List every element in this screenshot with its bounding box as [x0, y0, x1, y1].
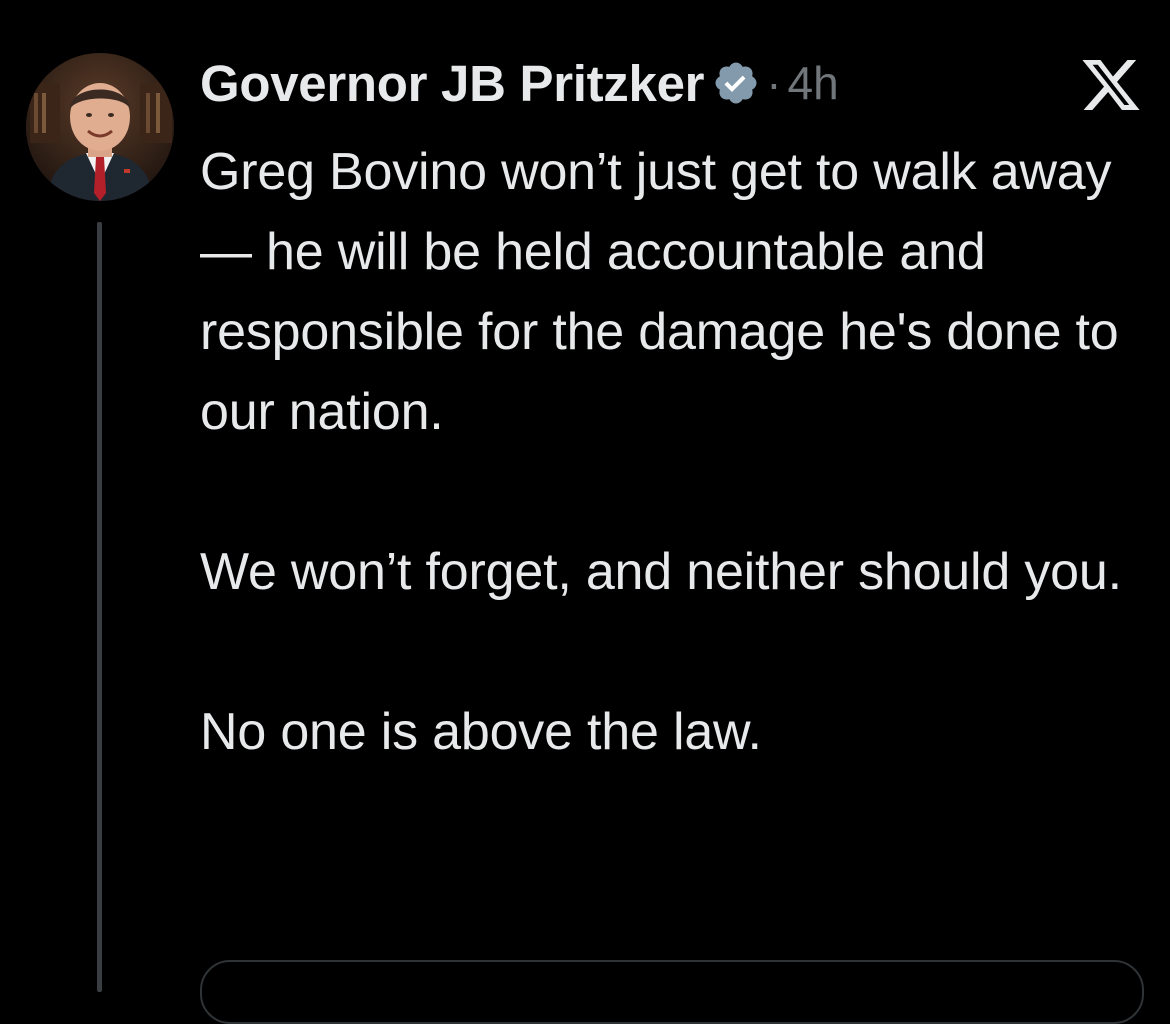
tweet-header: Governor JB Pritzker · 4h [200, 48, 839, 118]
avatar-portrait-image [26, 53, 174, 201]
tweet-paragraph: Greg Bovino won’t just get to walk away … [200, 143, 1119, 441]
attached-card[interactable] [200, 960, 1144, 1024]
author-display-name[interactable]: Governor JB Pritzker [200, 54, 704, 113]
tweet-paragraph: We won’t forget, and neither should you. [200, 543, 1122, 601]
tweet-timestamp[interactable]: 4h [788, 56, 839, 110]
tweet-text: Greg Bovino won’t just get to walk away … [200, 132, 1140, 772]
x-logo-icon[interactable] [1082, 60, 1140, 110]
tweet[interactable]: Governor JB Pritzker · 4h Greg Bovino wo… [0, 0, 1170, 1024]
verified-badge-icon[interactable] [712, 59, 760, 107]
thread-connector-line [97, 222, 102, 992]
header-separator: · [766, 57, 782, 109]
author-avatar[interactable] [26, 53, 174, 201]
tweet-paragraph: No one is above the law. [200, 703, 762, 761]
